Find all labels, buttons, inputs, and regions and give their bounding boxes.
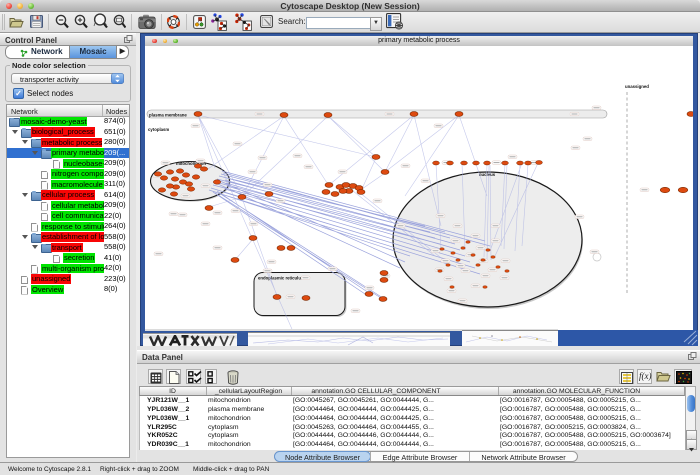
svg-text:nucleus: nucleus <box>479 172 496 177</box>
svg-text:endoplasmic reticulum: endoplasmic reticulum <box>258 276 305 281</box>
svg-text:plasma membrane: plasma membrane <box>149 113 187 118</box>
svg-text:unassigned: unassigned <box>625 84 649 89</box>
svg-text:cytoplasm: cytoplasm <box>148 127 169 132</box>
